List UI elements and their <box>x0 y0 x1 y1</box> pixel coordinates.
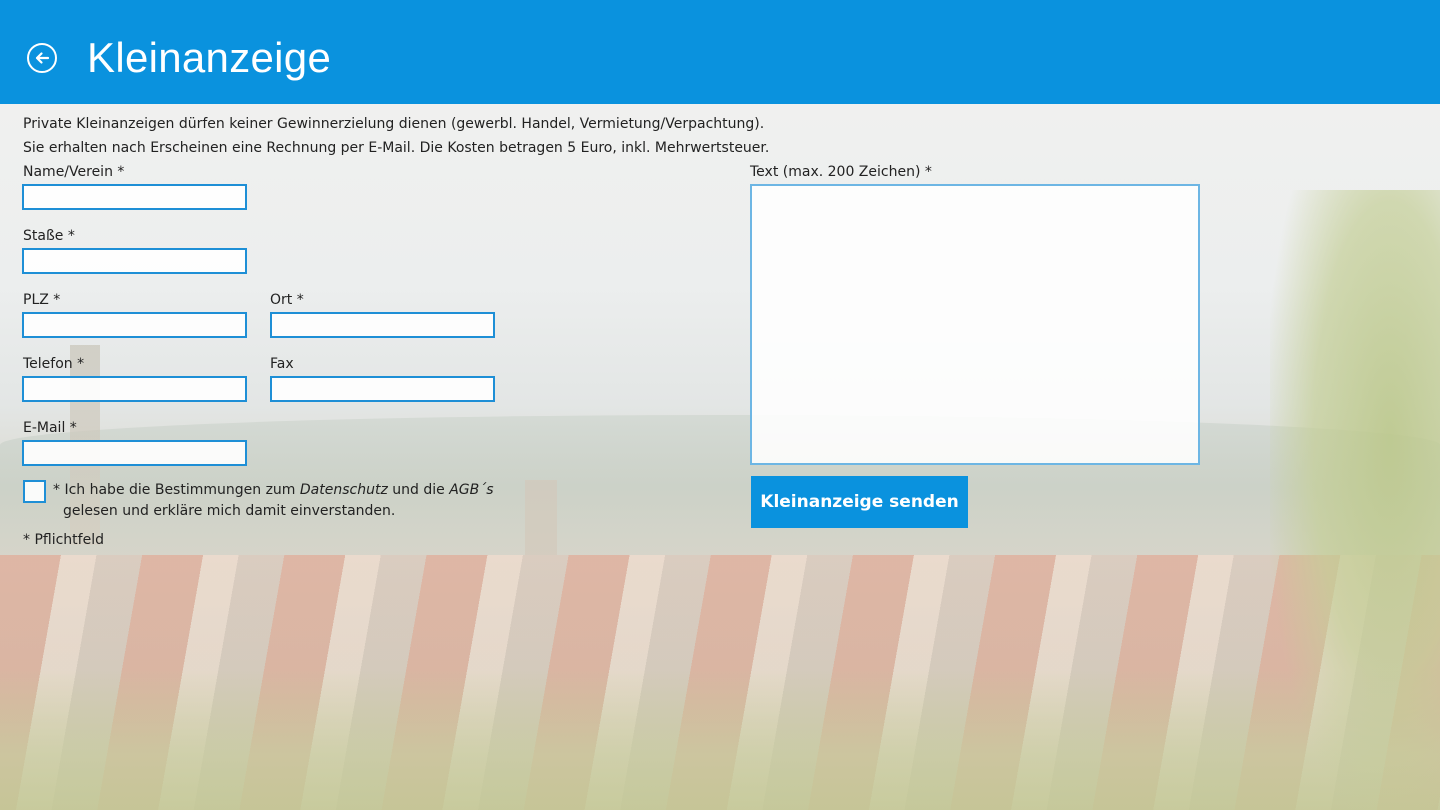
city-label: Ort * <box>270 292 304 308</box>
required-field-note: * Pflichtfeld <box>23 532 104 548</box>
text-label: Text (max. 200 Zeichen) * <box>750 164 932 180</box>
submit-ad-button[interactable]: Kleinanzeige senden <box>751 476 968 528</box>
name-input[interactable] <box>22 184 247 210</box>
city-input[interactable] <box>270 312 495 338</box>
page-title: Kleinanzeige <box>87 34 332 81</box>
consent-middle: und die <box>387 482 450 498</box>
phone-label: Telefon * <box>23 356 85 372</box>
info-line-2: Sie erhalten nach Erscheinen eine Rechnu… <box>23 140 770 156</box>
back-button[interactable] <box>27 43 57 73</box>
info-line-1: Private Kleinanzeigen dürfen keiner Gewi… <box>23 116 765 132</box>
info-text: Private Kleinanzeigen dürfen keiner Gewi… <box>23 112 769 160</box>
email-label: E-Mail * <box>23 420 77 436</box>
privacy-link[interactable]: Datenschutz <box>300 482 388 498</box>
fax-label: Fax <box>270 356 294 372</box>
street-label: Staße * <box>23 228 75 244</box>
fax-input[interactable] <box>270 376 495 402</box>
consent-line-2: gelesen und erkläre mich damit einversta… <box>63 503 396 519</box>
ad-text-area[interactable] <box>750 184 1200 465</box>
consent-checkbox[interactable] <box>23 480 46 503</box>
back-arrow-circle-icon <box>35 52 50 64</box>
street-input[interactable] <box>22 248 247 274</box>
name-label: Name/Verein * <box>23 164 125 180</box>
email-input[interactable] <box>22 440 247 466</box>
consent-text: * Ich habe die Bestimmungen zum Datensch… <box>53 480 494 522</box>
consent-prefix: * Ich habe die Bestimmungen zum <box>53 482 300 498</box>
zip-input[interactable] <box>22 312 247 338</box>
terms-link[interactable]: AGB´s <box>449 482 493 498</box>
phone-input[interactable] <box>22 376 247 402</box>
zip-label: PLZ * <box>23 292 61 308</box>
app-header: Kleinanzeige <box>0 0 1440 104</box>
form-content: Private Kleinanzeigen dürfen keiner Gewi… <box>0 104 1440 810</box>
